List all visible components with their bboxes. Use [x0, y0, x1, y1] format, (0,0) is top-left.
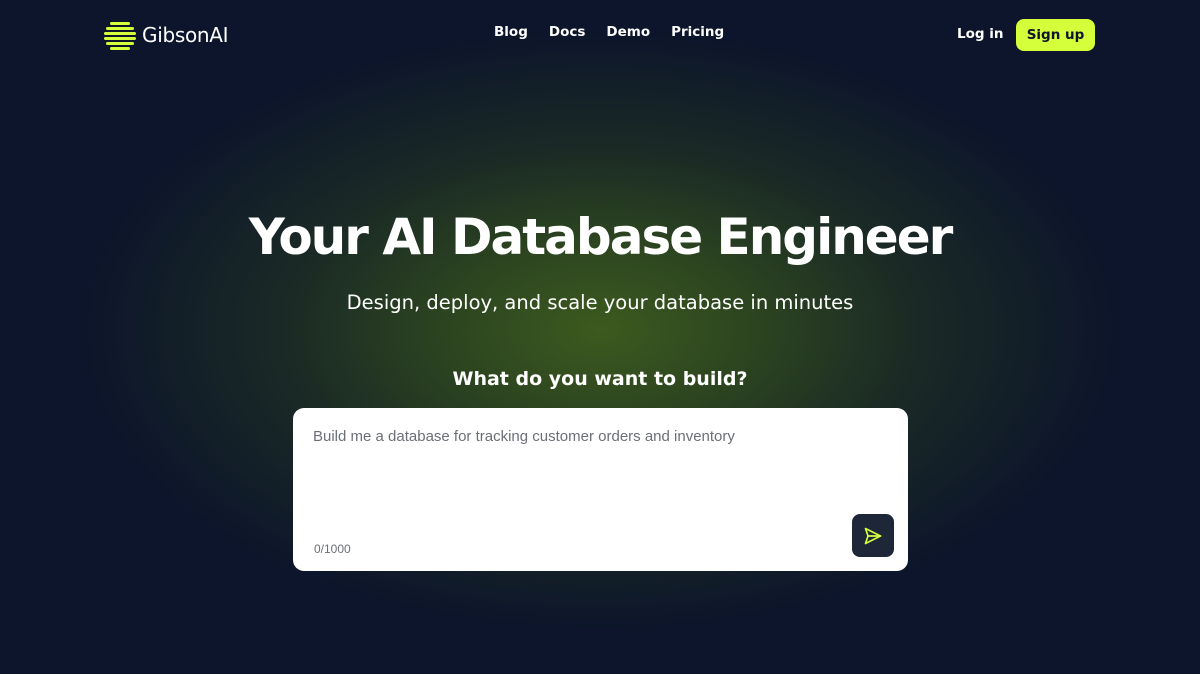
- site-header: GibsonAI Blog Docs Demo Pricing Log in S…: [0, 0, 1200, 70]
- character-counter: 0/1000: [314, 542, 351, 556]
- brand-name: GibsonAI: [142, 23, 229, 47]
- nav-link-docs[interactable]: Docs: [549, 24, 586, 40]
- send-button[interactable]: [852, 514, 894, 557]
- send-icon: [864, 527, 882, 544]
- hero-title: Your AI Database Engineer: [248, 208, 954, 266]
- prompt-label: What do you want to build?: [452, 368, 748, 390]
- brand-logo[interactable]: GibsonAI: [104, 18, 229, 52]
- landing-page: GibsonAI Blog Docs Demo Pricing Log in S…: [0, 0, 1200, 674]
- nav-link-demo[interactable]: Demo: [606, 24, 650, 40]
- nav-link-pricing[interactable]: Pricing: [671, 24, 724, 40]
- login-link[interactable]: Log in: [957, 26, 1003, 42]
- nav-link-blog[interactable]: Blog: [494, 24, 528, 40]
- signup-button[interactable]: Sign up: [1016, 19, 1095, 51]
- prompt-input[interactable]: [313, 428, 888, 508]
- striped-globe-icon: [104, 22, 136, 50]
- hero-subtitle: Design, deploy, and scale your database …: [346, 291, 854, 314]
- main-nav: Blog Docs Demo Pricing: [494, 24, 724, 40]
- prompt-card: 0/1000: [293, 408, 908, 571]
